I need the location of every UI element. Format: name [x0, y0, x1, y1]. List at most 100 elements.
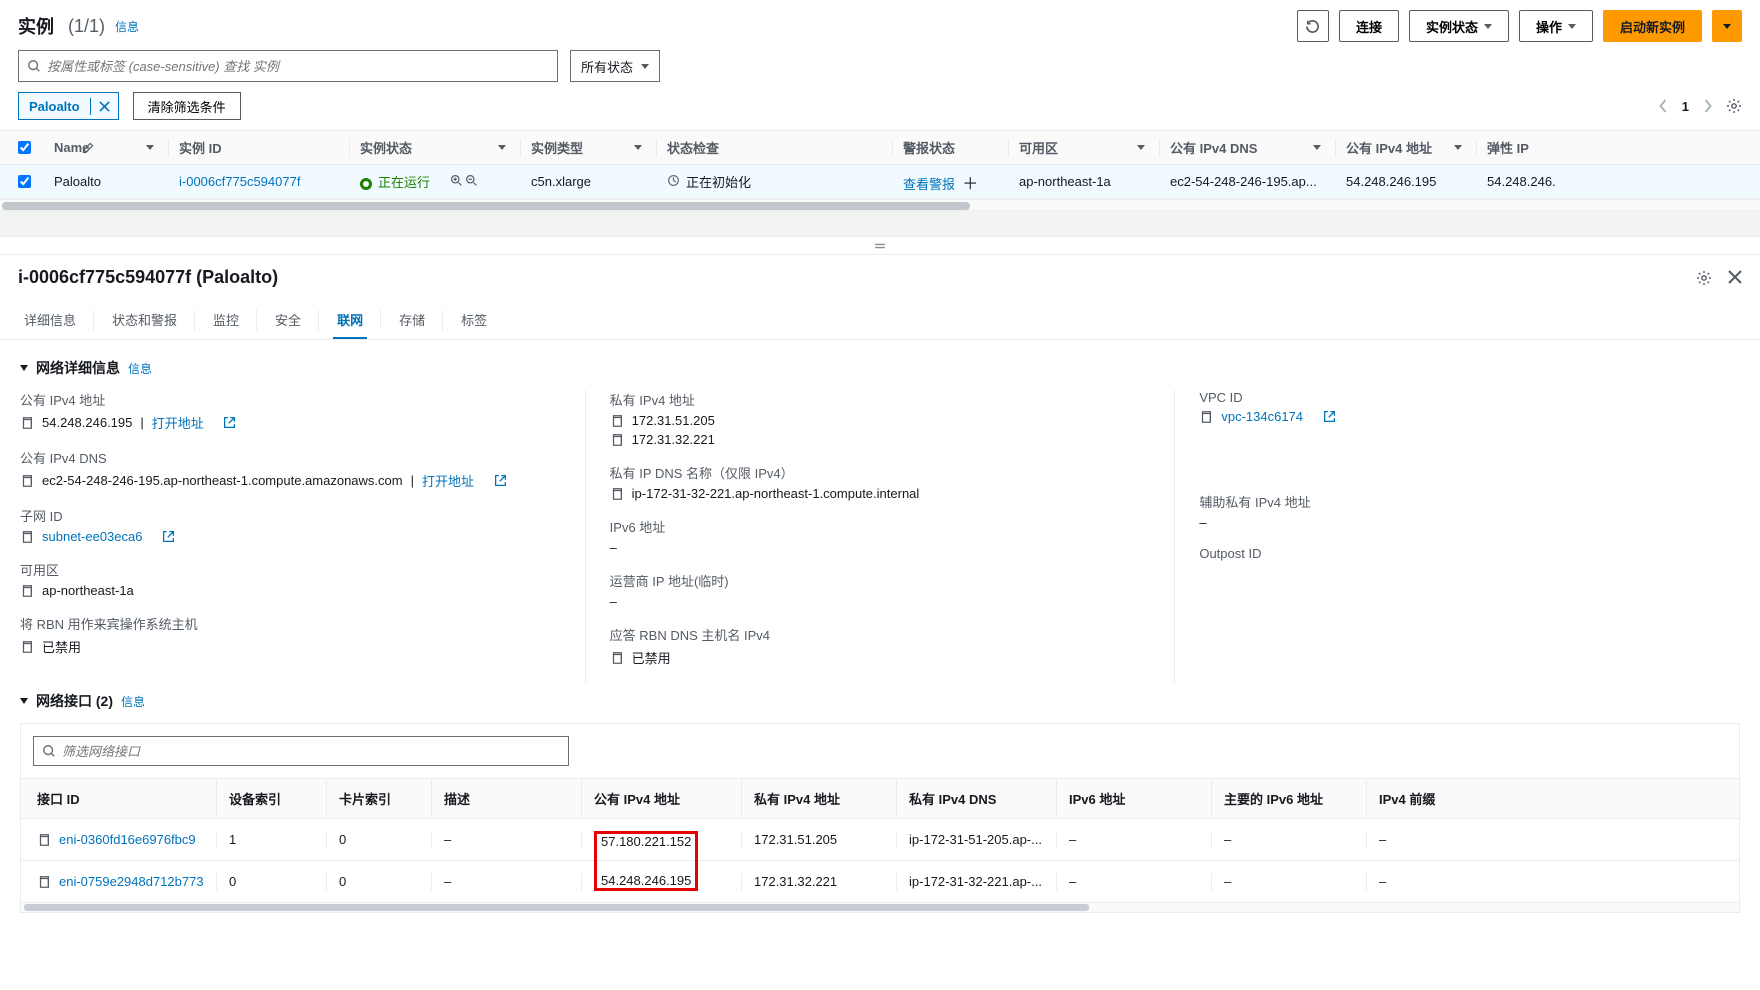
sort-icon[interactable] — [1313, 145, 1321, 150]
status-dot — [360, 178, 372, 190]
section-network-interfaces[interactable]: 网络接口 (2) 信息 — [20, 691, 1740, 711]
col-az[interactable]: 可用区 — [1019, 138, 1058, 157]
tab-status[interactable]: 状态和警报 — [108, 300, 181, 339]
value-rbn: 已禁用 — [42, 637, 81, 656]
value-subnet[interactable]: subnet-ee03eca6 — [42, 529, 142, 544]
tab-security[interactable]: 安全 — [271, 300, 305, 339]
copy-icon[interactable] — [37, 833, 51, 847]
connect-button[interactable]: 连接 — [1339, 10, 1399, 42]
ni-col-desc[interactable]: 描述 — [431, 779, 581, 818]
add-alarm-button[interactable]: ＋ — [962, 176, 978, 193]
ni-h-scrollbar[interactable] — [21, 902, 1739, 912]
ni-col-pdns[interactable]: 私有 IPv4 DNS — [896, 779, 1056, 818]
copy-icon[interactable] — [37, 875, 51, 889]
info-link[interactable]: 信息 — [115, 18, 139, 35]
col-type[interactable]: 实例类型 — [531, 138, 583, 157]
instances-search[interactable] — [18, 50, 558, 82]
ni-col-id[interactable]: 接口 ID — [21, 789, 216, 808]
remove-filter-button[interactable] — [90, 98, 118, 115]
section-info-link[interactable]: 信息 — [128, 360, 152, 377]
detail-panel: i-0006cf775c594077f (Paloalto) 详细信息 状态和警… — [0, 255, 1760, 990]
ni-dev: 1 — [216, 831, 326, 849]
ni-col-pub[interactable]: 公有 IPv4 地址 — [581, 779, 741, 818]
state-filter[interactable]: 所有状态 — [570, 50, 660, 82]
page-next[interactable] — [1703, 99, 1712, 113]
col-alarm[interactable]: 警报状态 — [903, 138, 955, 157]
cell-type: c5n.xlarge — [531, 174, 656, 189]
copy-icon[interactable] — [20, 640, 34, 654]
label-public-ipv4: 公有 IPv4 地址 — [20, 390, 561, 409]
copy-icon[interactable] — [610, 487, 624, 501]
sort-icon[interactable] — [1454, 145, 1462, 150]
launch-instance-dropdown[interactable] — [1712, 10, 1742, 42]
instances-search-input[interactable] — [47, 59, 549, 74]
resize-handle[interactable]: ＝ — [0, 237, 1760, 255]
tab-storage[interactable]: 存储 — [395, 300, 429, 339]
ni-id[interactable]: eni-0360fd16e6976fbc9 — [59, 832, 196, 847]
open-public-dns[interactable]: 打开地址 — [422, 471, 474, 490]
clear-filters-button[interactable]: 清除筛选条件 — [133, 92, 241, 120]
prefs-button[interactable] — [1726, 98, 1742, 114]
ni-search[interactable] — [33, 736, 569, 766]
copy-icon[interactable] — [610, 414, 624, 428]
copy-icon[interactable] — [20, 474, 34, 488]
panel-close[interactable] — [1728, 270, 1742, 286]
instance-count: (1/1) — [68, 16, 105, 37]
value-vpc[interactable]: vpc-134c6174 — [1221, 409, 1303, 424]
col-pubip[interactable]: 公有 IPv4 地址 — [1346, 138, 1432, 157]
col-eip[interactable]: 弹性 IP — [1487, 138, 1529, 157]
ni-col-v6[interactable]: IPv6 地址 — [1056, 779, 1211, 818]
col-check[interactable]: 状态检查 — [667, 138, 719, 157]
copy-icon[interactable] — [20, 416, 34, 430]
h-scrollbar[interactable] — [0, 199, 1760, 211]
instance-state-menu[interactable]: 实例状态 — [1409, 10, 1509, 42]
ni-col-dev[interactable]: 设备索引 — [216, 779, 326, 818]
copy-icon[interactable] — [1199, 410, 1213, 424]
ni-pub: 54.248.246.195 — [581, 873, 741, 891]
ni-card: 0 — [326, 873, 431, 891]
cell-alarm[interactable]: 查看警报 — [903, 177, 955, 192]
sort-icon[interactable] — [634, 145, 642, 150]
page-prev[interactable] — [1659, 99, 1668, 113]
row-checkbox[interactable] — [18, 175, 31, 188]
select-all-checkbox[interactable] — [18, 141, 31, 154]
copy-icon[interactable] — [610, 433, 624, 447]
cell-id[interactable]: i-0006cf775c594077f — [179, 174, 300, 189]
chevron-down-icon — [1484, 24, 1492, 29]
ni-row[interactable]: eni-0759e2948d712b77300–54.248.246.19517… — [21, 860, 1739, 902]
ni-col-card[interactable]: 卡片索引 — [326, 779, 431, 818]
section-info-link[interactable]: 信息 — [121, 693, 145, 710]
edit-icon[interactable] — [82, 142, 94, 154]
copy-icon[interactable] — [20, 584, 34, 598]
col-state[interactable]: 实例状态 — [360, 138, 412, 157]
col-dns[interactable]: 公有 IPv4 DNS — [1170, 138, 1257, 157]
open-public-ipv4[interactable]: 打开地址 — [152, 413, 204, 432]
tab-tags[interactable]: 标签 — [457, 300, 491, 339]
sort-icon[interactable] — [1137, 145, 1145, 150]
ni-search-input[interactable] — [62, 744, 560, 759]
ni-id[interactable]: eni-0759e2948d712b773 — [59, 874, 204, 889]
ni-col-pref[interactable]: IPv4 前缀 — [1366, 779, 1739, 818]
refresh-button[interactable] — [1297, 10, 1329, 42]
actions-menu[interactable]: 操作 — [1519, 10, 1593, 42]
zoom-icons[interactable] — [450, 174, 478, 187]
col-id[interactable]: 实例 ID — [179, 138, 222, 157]
table-row[interactable]: Paloalto i-0006cf775c594077f 正在运行 c5n.xl… — [0, 165, 1760, 199]
copy-icon[interactable] — [610, 651, 624, 665]
sort-icon[interactable] — [498, 145, 506, 150]
zoom-out-icon — [465, 174, 478, 187]
gear-icon — [1696, 270, 1712, 286]
section-network-details[interactable]: 网络详细信息 信息 — [20, 358, 1740, 378]
copy-icon[interactable] — [20, 530, 34, 544]
ni-row[interactable]: eni-0360fd16e6976fbc910–57.180.221.15217… — [21, 818, 1739, 860]
tab-details[interactable]: 详细信息 — [20, 300, 80, 339]
tab-network[interactable]: 联网 — [333, 300, 367, 339]
sort-icon[interactable] — [146, 145, 154, 150]
cell-state: 正在运行 — [378, 175, 430, 190]
panel-settings[interactable] — [1696, 270, 1712, 286]
tab-monitor[interactable]: 监控 — [209, 300, 243, 339]
label-carrier: 运营商 IP 地址(临时) — [610, 571, 1151, 590]
ni-col-priv[interactable]: 私有 IPv4 地址 — [741, 779, 896, 818]
launch-instance-button[interactable]: 启动新实例 — [1603, 10, 1702, 42]
ni-col-mv6[interactable]: 主要的 IPv6 地址 — [1211, 779, 1366, 818]
